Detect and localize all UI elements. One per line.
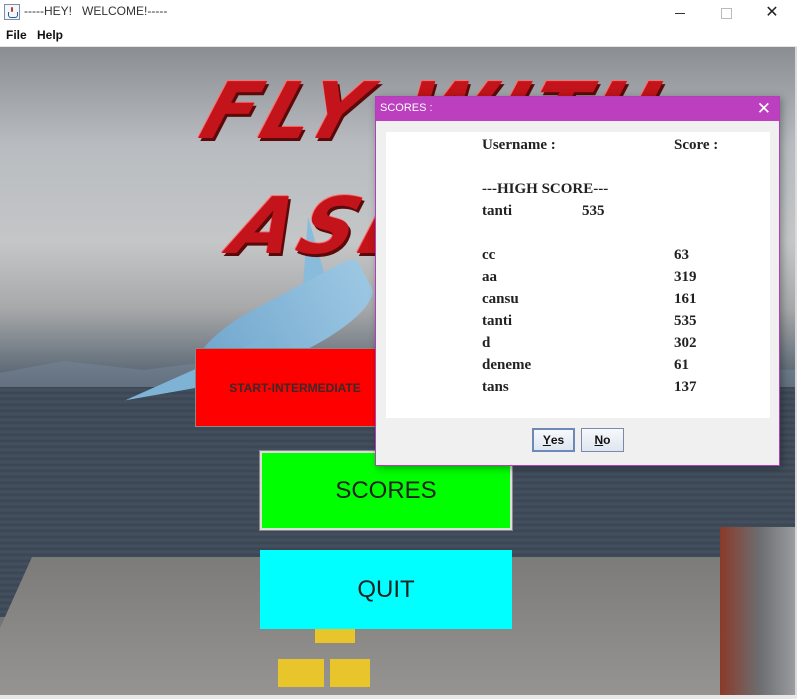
quit-button[interactable]: QUIT [260,550,512,629]
java-app-icon [4,4,20,20]
score-header: Score : [674,137,719,153]
score-row-value: 137 [674,379,697,395]
menu-file[interactable]: File [6,28,27,42]
score-row-user: aa [482,269,497,285]
score-row-value: 535 [674,313,697,329]
window-title: -----HEY! WELCOME!----- [24,4,168,18]
maximize-button[interactable] [703,0,749,26]
close-icon: ✕ [765,4,779,21]
yes-label-rest: es [550,433,565,447]
score-row-value: 319 [674,269,697,285]
window-title-bar: -----HEY! WELCOME!----- ✕ [0,0,797,26]
yes-button[interactable]: Yes [532,428,575,452]
maximize-icon [720,7,732,19]
score-row-user: deneme [482,357,532,373]
menu-bar: File Help [0,26,797,47]
score-row-user: tanti [482,313,512,329]
yes-mnemonic: Y [542,433,551,447]
score-row-value: 161 [674,291,697,307]
menu-help[interactable]: Help [37,28,63,42]
scores-dialog: SCORES : ✕ Username : Score : ---HIGH SC… [375,96,780,466]
window-close-button[interactable]: ✕ [749,0,795,26]
high-score-label: ---HIGH SCORE--- [482,181,609,197]
score-row-user: cc [482,247,496,263]
no-button[interactable]: No [581,428,624,452]
score-row-value: 61 [674,357,689,373]
dialog-title: SCORES : [380,102,433,114]
no-mnemonic: N [594,433,604,447]
minimize-icon [675,12,685,14]
score-row-user: tans [482,379,509,395]
dialog-close-icon[interactable]: ✕ [757,99,771,119]
high-score-value: 535 [582,203,605,219]
dialog-title-bar: SCORES : ✕ [376,97,779,121]
score-row-user: cansu [482,291,519,307]
username-header: Username : [482,137,556,153]
high-score-user: tanti [482,203,512,219]
score-row-value: 63 [674,247,689,263]
no-label-rest: o [603,433,611,447]
scores-panel: Username : Score : ---HIGH SCORE--- tant… [386,132,770,418]
score-row-value: 302 [674,335,697,351]
minimize-button[interactable] [657,0,703,26]
score-row-user: d [482,335,491,351]
start-intermediate-button[interactable]: START-INTERMEDIATE [195,348,395,427]
